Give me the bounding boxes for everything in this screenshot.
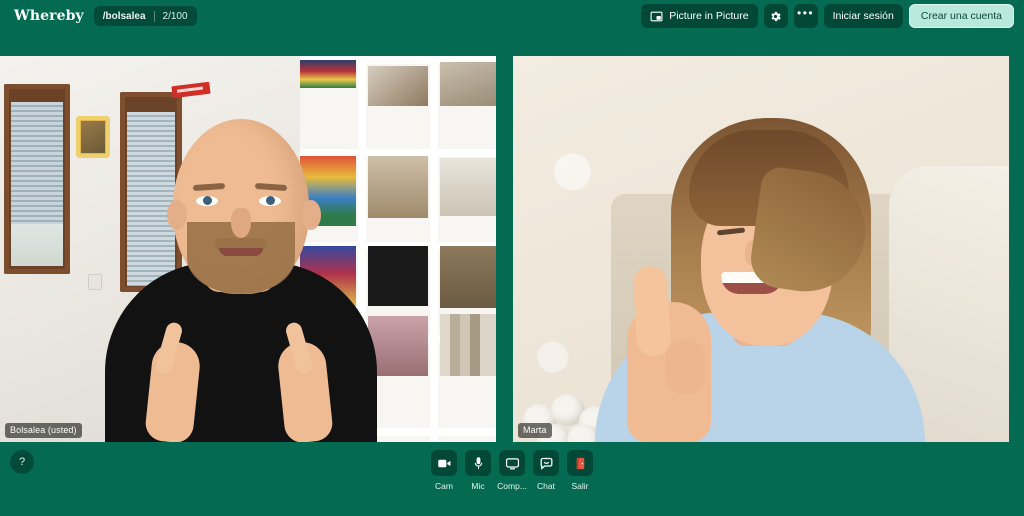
microphone-icon: [471, 456, 486, 471]
video-tile-remote[interactable]: Marta: [513, 56, 1009, 442]
mic-button-label: Mic: [471, 481, 485, 491]
leave-button[interactable]: Salir: [567, 450, 593, 491]
room-info-chip[interactable]: /bolsalea 2/100: [93, 6, 197, 26]
room-chip-divider: [153, 10, 155, 22]
screen-share-button[interactable]: Comp...: [497, 450, 527, 491]
participant-self-figure: [95, 112, 385, 442]
participant-count: 2/100: [162, 10, 188, 22]
participant-name-label: Bolsalea (usted): [5, 423, 82, 438]
mic-button[interactable]: Mic: [465, 450, 491, 491]
header-right-group: Picture in Picture ••• Iniciar sesión Cr…: [641, 4, 1014, 28]
screen-share-button-box: [499, 450, 525, 476]
bottom-bar: ? Cam Mic Comp... Chat Salir: [0, 442, 1024, 516]
gear-icon: [769, 10, 782, 23]
participant-remote-figure: [595, 92, 925, 442]
picture-in-picture-button[interactable]: Picture in Picture: [641, 4, 758, 28]
screen-share-icon: [505, 456, 520, 471]
room-path: /bolsalea: [102, 10, 146, 22]
chat-bubble-icon: [539, 456, 554, 471]
mic-button-box: [465, 450, 491, 476]
whereby-logo[interactable]: Whereby: [10, 8, 84, 24]
settings-button[interactable]: [763, 4, 788, 28]
participant-name-label: Marta: [518, 423, 552, 438]
sign-in-button[interactable]: Iniciar sesión: [823, 4, 903, 28]
video-tile-self[interactable]: Bolsalea (usted): [0, 56, 496, 442]
app-header: Whereby /bolsalea 2/100 Picture in Pictu…: [0, 0, 1024, 32]
call-controls-toolbar: Cam Mic Comp... Chat Salir: [0, 450, 1024, 491]
leave-button-label: Salir: [571, 481, 589, 491]
picture-in-picture-label: Picture in Picture: [669, 10, 749, 22]
chat-button[interactable]: Chat: [533, 450, 559, 491]
video-feed-remote: [513, 56, 1009, 442]
cam-button-box: [431, 450, 457, 476]
ellipsis-icon: •••: [797, 6, 815, 20]
create-account-button[interactable]: Crear una cuenta: [908, 4, 1014, 28]
chat-button-label: Chat: [537, 481, 555, 491]
video-stage: Bolsalea (usted) Marta: [0, 56, 1024, 442]
video-camera-icon: [437, 456, 452, 471]
exit-door-icon: [573, 456, 588, 471]
picture-in-picture-icon: [650, 10, 663, 23]
leave-button-box: [567, 450, 593, 476]
video-feed-self: [0, 56, 496, 442]
cam-button[interactable]: Cam: [431, 450, 457, 491]
header-left-group: Whereby /bolsalea 2/100: [10, 6, 197, 26]
more-options-button[interactable]: •••: [793, 4, 818, 28]
chat-button-box: [533, 450, 559, 476]
window-left: [4, 84, 70, 274]
cam-button-label: Cam: [435, 481, 453, 491]
screen-share-button-label: Comp...: [497, 481, 527, 491]
